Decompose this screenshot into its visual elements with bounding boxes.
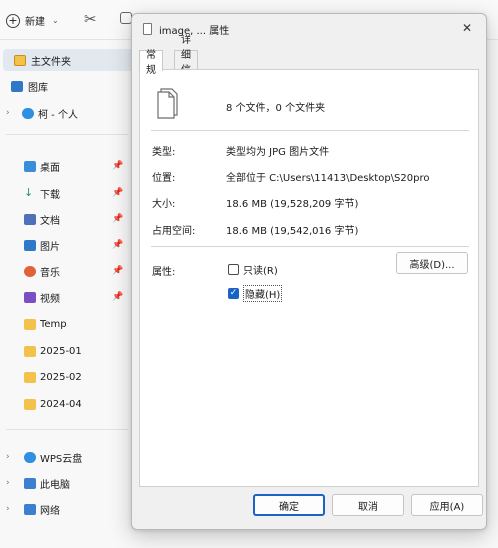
new-button[interactable]: + 新建 ⌄ [6,13,59,28]
computer-icon [24,477,36,489]
sidebar-item-documents[interactable]: 文档 📌 [0,208,133,230]
divider [6,134,128,135]
plus-icon: + [6,13,20,28]
pin-icon: 📌 [112,266,124,276]
file-icon [143,23,152,35]
sidebar-item-network[interactable]: › 网络 [0,498,133,520]
chevron-right-icon[interactable]: › [6,452,10,462]
new-label: 新建 [25,17,45,28]
location-value: 全部位于 C:\Users\11413\Desktop\S20pro [226,173,430,184]
sidebar-item-label: 此电脑 [40,479,70,491]
sidebar-item-label: 视频 [40,293,60,305]
sidebar-item-videos[interactable]: 视频 📌 [0,286,133,308]
folder-icon [24,345,36,357]
sidebar-item-downloads[interactable]: ↓ 下载 📌 [0,182,133,204]
size-value: 18.6 MB (19,528,209 字节) [226,199,359,210]
cut-icon[interactable]: ✂ [84,10,97,28]
document-icon [24,213,36,225]
tab-general[interactable]: 常规 [139,50,163,76]
sidebar-item-2025-02[interactable]: 2025-02 [0,366,133,388]
pin-icon: 📌 [112,188,124,198]
sidebar-item-gallery[interactable]: 图库 [0,75,133,97]
size-label: 大小: [152,199,176,210]
chevron-down-icon: ⌄ [52,16,59,25]
desktop-icon [24,160,36,172]
music-icon [24,265,36,277]
apply-button[interactable]: 应用(A) [411,494,483,516]
pin-icon: 📌 [112,214,124,224]
multiple-files-icon [157,88,178,119]
attributes-label: 属性: [152,267,176,278]
properties-dialog: image, ... 属性 ✕ 常规 详细信息 8 个文件，0 个文件夹 类型:… [131,13,487,530]
sidebar-item-temp[interactable]: Temp [0,313,133,335]
dialog-title: image, ... 属性 [159,26,230,37]
sidebar-item-label: 柯 - 个人 [38,109,78,121]
divider [151,246,469,247]
cloud-icon [22,107,34,119]
pin-icon: 📌 [112,292,124,302]
location-label: 位置: [152,173,176,184]
gallery-icon [11,80,23,92]
folder-icon [24,318,36,330]
sidebar-item-label: 下载 [40,189,60,201]
tab-details[interactable]: 详细信息 [174,35,198,91]
folder-icon [24,371,36,383]
navigation-pane: 主文件夹 图库 › 柯 - 个人 桌面 📌 ↓ 下载 📌 文档 📌 图片 📌 音… [0,40,135,548]
sidebar-item-2024-04[interactable]: 2024-04 [0,393,133,415]
chevron-right-icon[interactable]: › [6,478,10,488]
network-icon [24,503,36,515]
sidebar-item-label: Temp [40,318,67,330]
sidebar-item-pictures[interactable]: 图片 📌 [0,234,133,256]
general-tab-panel: 8 个文件，0 个文件夹 类型: 类型均为 JPG 图片文件 位置: 全部位于 … [139,69,479,487]
pin-icon: 📌 [112,240,124,250]
picture-icon [24,239,36,251]
sidebar-item-2025-01[interactable]: 2025-01 [0,340,133,362]
sidebar-item-this-pc[interactable]: › 此电脑 [0,472,133,494]
sidebar-item-label: 2025-02 [40,371,82,383]
ok-button[interactable]: 确定 [253,494,325,516]
folder-icon [24,398,36,410]
chevron-right-icon[interactable]: › [6,504,10,514]
size-on-disk-value: 18.6 MB (19,542,016 字节) [226,226,359,237]
hidden-checkbox[interactable]: ✓ [228,288,239,299]
sidebar-item-label: 图片 [40,241,60,253]
readonly-checkbox[interactable] [228,264,239,275]
sidebar-item-home[interactable]: 主文件夹 [3,49,133,71]
sidebar-item-music[interactable]: 音乐 📌 [0,260,133,282]
type-label: 类型: [152,147,176,158]
sidebar-item-label: 网络 [40,505,60,517]
home-icon [14,54,26,66]
sidebar-item-desktop[interactable]: 桌面 📌 [0,155,133,177]
sidebar-item-label: 主文件夹 [31,56,71,68]
advanced-button[interactable]: 高级(D)... [396,252,468,274]
size-on-disk-label: 占用空间: [152,226,196,237]
close-button[interactable]: ✕ [456,18,478,38]
type-value: 类型均为 JPG 图片文件 [226,147,330,158]
sidebar-item-personal[interactable]: › 柯 - 个人 [0,102,133,124]
video-icon [24,291,36,303]
sidebar-item-wps-cloud[interactable]: › WPS云盘 [0,446,133,468]
divider [151,130,469,131]
file-count-summary: 8 个文件，0 个文件夹 [226,103,326,114]
sidebar-item-label: 桌面 [40,162,60,174]
hidden-label: 隐藏(H) [243,285,283,302]
divider [6,429,128,430]
sidebar-item-label: 音乐 [40,267,60,279]
sidebar-item-label: 图库 [28,82,48,94]
sidebar-item-label: 文档 [40,215,60,227]
sidebar-item-label: WPS云盘 [40,453,83,465]
download-icon: ↓ [24,186,34,199]
pin-icon: 📌 [112,161,124,171]
readonly-checkbox-row[interactable]: 只读(R) [228,262,278,277]
cloud-icon [24,451,36,463]
chevron-right-icon[interactable]: › [6,108,10,118]
sidebar-item-label: 2024-04 [40,398,82,410]
cancel-button[interactable]: 取消 [332,494,404,516]
hidden-checkbox-row[interactable]: ✓ 隐藏(H) [228,285,283,302]
readonly-label: 只读(R) [243,266,278,277]
sidebar-item-label: 2025-01 [40,345,82,357]
